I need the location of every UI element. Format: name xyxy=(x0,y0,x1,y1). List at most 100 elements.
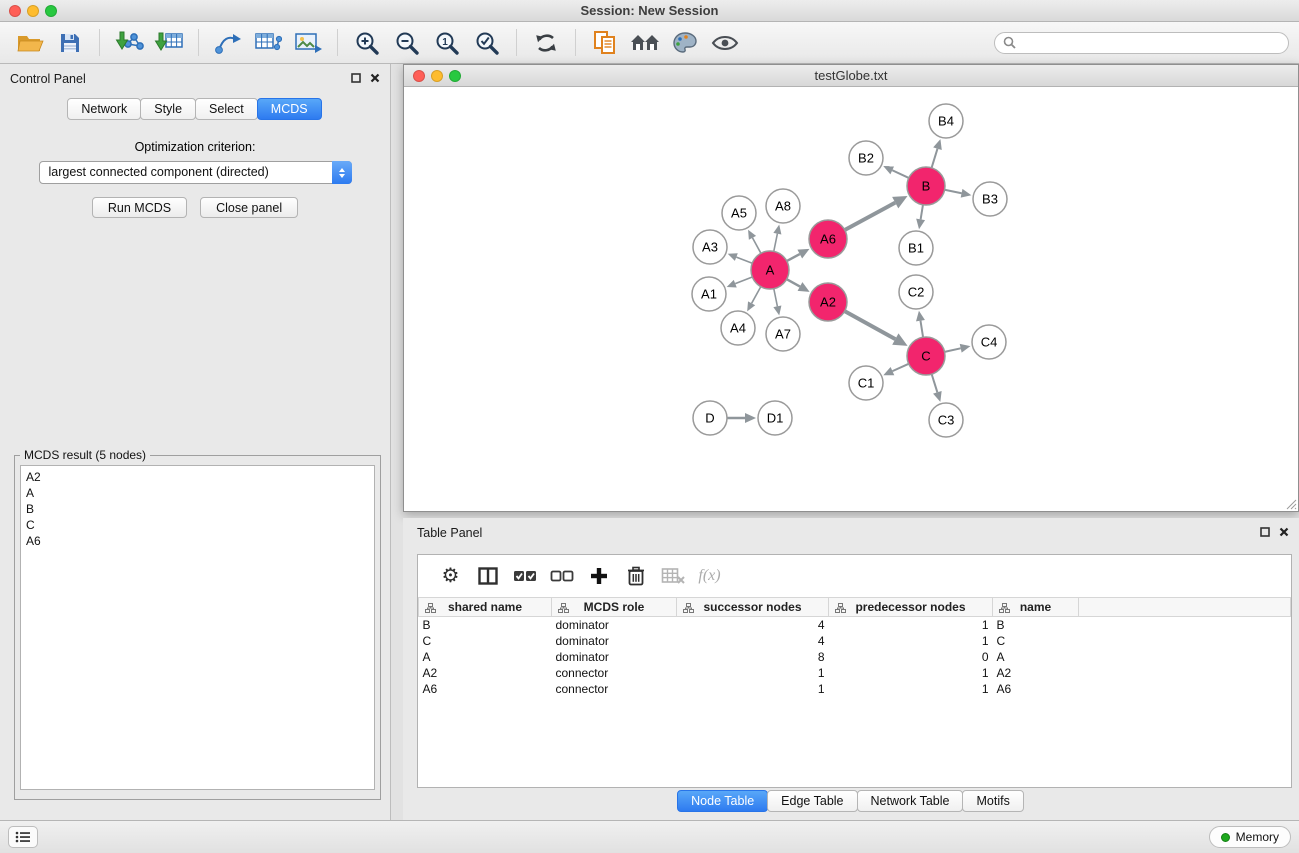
graph-edge-A-A5[interactable] xyxy=(752,238,760,254)
search-input[interactable] xyxy=(1021,36,1280,50)
column-header-successor-nodes[interactable]: successor nodes xyxy=(677,598,829,617)
graph-node-B[interactable]: B xyxy=(907,167,945,205)
graph-edge-A6-B[interactable] xyxy=(845,203,896,230)
close-panel-button[interactable]: Close panel xyxy=(200,197,298,218)
tab-motifs[interactable]: Motifs xyxy=(962,790,1023,812)
table-cell[interactable]: 0 xyxy=(829,649,993,665)
graph-node-D[interactable]: D xyxy=(693,401,727,435)
zoom-actual-button[interactable]: 1 xyxy=(427,27,467,59)
graph-edge-A-A1[interactable] xyxy=(735,277,752,284)
list-item[interactable]: B xyxy=(26,501,369,517)
show-columns-button[interactable] xyxy=(469,561,506,591)
table-cell[interactable]: dominator xyxy=(552,633,677,649)
list-item[interactable]: A2 xyxy=(26,469,369,485)
list-item[interactable]: A6 xyxy=(26,533,369,549)
refresh-button[interactable] xyxy=(526,27,566,59)
table-row[interactable]: A2connector11A2 xyxy=(419,665,1291,681)
graph-node-C3[interactable]: C3 xyxy=(929,403,963,437)
graph-node-A[interactable]: A xyxy=(751,251,789,289)
graph-node-A1[interactable]: A1 xyxy=(692,277,726,311)
zoom-in-button[interactable] xyxy=(347,27,387,59)
graph-edge-C-C1[interactable] xyxy=(892,364,908,371)
table-row[interactable]: Cdominator41C xyxy=(419,633,1291,649)
select-all-button[interactable] xyxy=(506,561,543,591)
graph-node-A7[interactable]: A7 xyxy=(766,317,800,351)
table-row[interactable]: Bdominator41B xyxy=(419,617,1291,633)
graph-node-C2[interactable]: C2 xyxy=(899,275,933,309)
network-close-traffic-light[interactable] xyxy=(413,70,425,82)
minimize-traffic-light[interactable] xyxy=(27,5,39,17)
save-session-button[interactable] xyxy=(50,27,90,59)
deselect-all-button[interactable] xyxy=(543,561,580,591)
table-cell[interactable]: 1 xyxy=(677,665,829,681)
graph-edge-C-C3[interactable] xyxy=(932,374,938,392)
table-cell[interactable]: C xyxy=(419,633,552,649)
column-header-predecessor-nodes[interactable]: predecessor nodes xyxy=(829,598,993,617)
graph-node-A4[interactable]: A4 xyxy=(721,311,755,345)
table-cell[interactable]: B xyxy=(419,617,552,633)
import-table-button[interactable] xyxy=(149,27,189,59)
table-settings-button[interactable]: ⚙ xyxy=(432,561,469,591)
table-cell[interactable]: 4 xyxy=(677,617,829,633)
table-cell[interactable]: B xyxy=(993,617,1079,633)
run-mcds-button[interactable]: Run MCDS xyxy=(92,197,187,218)
delete-column-button[interactable] xyxy=(617,561,654,591)
graph-node-B4[interactable]: B4 xyxy=(929,104,963,138)
float-panel-icon[interactable] xyxy=(1260,527,1270,537)
zoom-fit-button[interactable] xyxy=(467,27,507,59)
add-column-button[interactable] xyxy=(580,561,617,591)
zoom-traffic-light[interactable] xyxy=(45,5,57,17)
resize-grip-icon[interactable] xyxy=(1285,498,1297,510)
column-header-name[interactable]: name xyxy=(993,598,1079,617)
graph-node-C[interactable]: C xyxy=(907,337,945,375)
graph-edge-B-B3[interactable] xyxy=(945,190,962,193)
table-cell[interactable]: A2 xyxy=(993,665,1079,681)
graph-node-A2[interactable]: A2 xyxy=(809,283,847,321)
close-panel-icon[interactable] xyxy=(1279,527,1289,537)
graph-node-C4[interactable]: C4 xyxy=(972,325,1006,359)
table-cell[interactable]: C xyxy=(993,633,1079,649)
graph-edge-C-C2[interactable] xyxy=(920,321,923,338)
tab-network-table[interactable]: Network Table xyxy=(857,790,964,812)
graph-node-A3[interactable]: A3 xyxy=(693,230,727,264)
close-traffic-light[interactable] xyxy=(9,5,21,17)
delete-table-button[interactable] xyxy=(654,561,691,591)
table-cell[interactable]: dominator xyxy=(552,617,677,633)
new-network-button[interactable] xyxy=(208,27,248,59)
graph-edge-A-A4[interactable] xyxy=(752,287,761,304)
table-cell[interactable]: 4 xyxy=(677,633,829,649)
graph-edge-A2-C[interactable] xyxy=(845,311,896,339)
table-cell[interactable]: connector xyxy=(552,681,677,697)
table-cell[interactable]: A6 xyxy=(993,681,1079,697)
graph-node-D1[interactable]: D1 xyxy=(758,401,792,435)
list-item[interactable]: A xyxy=(26,485,369,501)
graph-node-A6[interactable]: A6 xyxy=(809,220,847,258)
network-canvas[interactable]: B4B2BB3A8A5A6A3B1AC2A1A2A4A7C4CC1C3DD1 xyxy=(404,87,1298,511)
network-zoom-traffic-light[interactable] xyxy=(449,70,461,82)
network-table-button[interactable] xyxy=(248,27,288,59)
home-button[interactable] xyxy=(625,27,665,59)
table-row[interactable]: A6connector11A6 xyxy=(419,681,1291,697)
mcds-result-list[interactable]: A2ABCA6 xyxy=(20,465,375,790)
tab-edge-table[interactable]: Edge Table xyxy=(767,790,857,812)
function-builder-button[interactable]: f(x) xyxy=(691,561,728,591)
tab-mcds[interactable]: MCDS xyxy=(257,98,322,120)
graph-edge-B-B1[interactable] xyxy=(921,205,923,220)
clipboard-button[interactable] xyxy=(585,27,625,59)
graph-edge-A-A7[interactable] xyxy=(774,289,778,307)
table-cell[interactable]: dominator xyxy=(552,649,677,665)
graph-node-B3[interactable]: B3 xyxy=(973,182,1007,216)
criterion-dropdown[interactable]: largest connected component (directed) xyxy=(39,161,352,184)
graph-node-B1[interactable]: B1 xyxy=(899,231,933,265)
network-minimize-traffic-light[interactable] xyxy=(431,70,443,82)
table-cell[interactable]: 8 xyxy=(677,649,829,665)
table-row[interactable]: Adominator80A xyxy=(419,649,1291,665)
list-item[interactable]: C xyxy=(26,517,369,533)
task-history-button[interactable] xyxy=(8,826,38,848)
float-panel-icon[interactable] xyxy=(351,73,361,83)
column-header-shared-name[interactable]: shared name xyxy=(419,598,552,617)
tab-style[interactable]: Style xyxy=(140,98,196,120)
style-brush-button[interactable] xyxy=(665,27,705,59)
graph-node-A5[interactable]: A5 xyxy=(722,196,756,230)
graph-edge-A-A8[interactable] xyxy=(774,234,778,252)
